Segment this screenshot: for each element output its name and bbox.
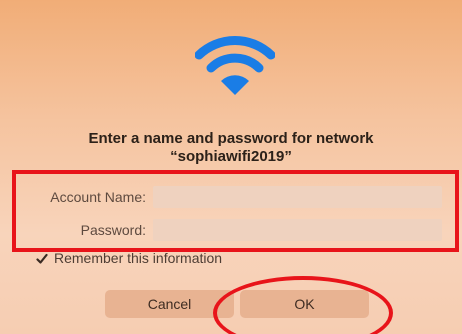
dialog-title: Enter a name and password for network “s… xyxy=(0,130,462,166)
ok-button[interactable]: OK xyxy=(240,290,369,318)
dialog-title-network-name: “sophiawifi2019” xyxy=(170,148,292,165)
dialog-title-line1: Enter a name and password for network xyxy=(88,130,374,147)
cancel-button[interactable]: Cancel xyxy=(105,290,234,318)
network-login-dialog: Enter a name and password for network “s… xyxy=(0,0,462,334)
password-label: Password: xyxy=(80,222,146,238)
account-name-field[interactable] xyxy=(153,186,442,208)
remember-checkbox[interactable] xyxy=(36,253,48,265)
remember-label: Remember this information xyxy=(54,250,223,266)
password-field[interactable] xyxy=(153,219,442,241)
account-name-label: Account Name: xyxy=(50,189,146,205)
wifi-icon xyxy=(195,36,275,95)
